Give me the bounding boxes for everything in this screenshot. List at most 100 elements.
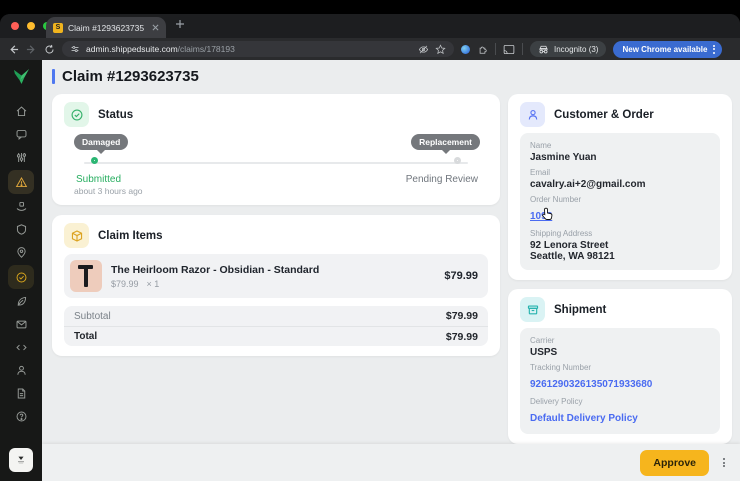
sidebar-item-messages[interactable]	[8, 313, 34, 336]
status-card: Status Damaged Replacement Submitted abo…	[52, 94, 500, 205]
new-tab-button[interactable]	[175, 19, 185, 29]
chrome-update-label: New Chrome available	[622, 44, 708, 54]
url-path: /claims/178193	[177, 44, 235, 54]
customer-icon	[520, 102, 545, 127]
page-title: Claim #1293623735	[62, 68, 199, 85]
status-card-title: Status	[98, 108, 134, 121]
subtotal-label: Subtotal	[74, 310, 111, 322]
submitted-time: about 3 hours ago	[74, 186, 143, 196]
help-icon	[16, 411, 26, 422]
extension-avatar-icon[interactable]	[461, 44, 470, 54]
incognito-badge[interactable]: Incognito (3)	[530, 41, 607, 57]
screen-share-icon[interactable]	[503, 44, 515, 55]
submitted-label: Submitted	[76, 174, 122, 185]
sidebar-item-care[interactable]	[8, 195, 34, 218]
claim-reason-badge: Damaged	[74, 134, 129, 154]
email-label: Email	[530, 168, 551, 177]
minimize-window-button[interactable]	[27, 22, 35, 30]
code-icon	[15, 344, 27, 351]
window-controls[interactable]	[11, 22, 51, 30]
subtotal-row: Subtotal $79.99	[64, 306, 488, 326]
extensions-puzzle-icon[interactable]	[477, 44, 488, 55]
browser-menu-icon[interactable]	[710, 44, 718, 54]
check-circle-icon	[16, 272, 26, 282]
claim-items-card: Claim Items The Heirloom Razor - Obsidia…	[52, 215, 500, 356]
home-icon	[16, 106, 26, 117]
carrier-label: Carrier	[530, 336, 555, 345]
eye-off-icon[interactable]	[418, 44, 429, 55]
incognito-icon	[539, 45, 548, 53]
app-root: Claim #1293623735 Status Damaged Replace…	[0, 60, 740, 481]
sidebar-item-developer[interactable]	[8, 336, 34, 359]
resolution-badge: Replacement	[411, 134, 480, 154]
action-bar: Approve	[42, 444, 740, 481]
product-name: The Heirloom Razor - Obsidian - Standard	[111, 263, 320, 276]
main-content: Claim #1293623735 Status Damaged Replace…	[42, 60, 740, 481]
close-window-button[interactable]	[11, 22, 19, 30]
product-price: $79.99	[111, 278, 139, 289]
shield-icon	[16, 224, 26, 235]
toolbar-divider	[522, 43, 523, 55]
shipment-box-icon	[520, 297, 545, 322]
claim-item-row[interactable]: The Heirloom Razor - Obsidian - Standard…	[64, 254, 488, 298]
tab-strip: S Claim #1293623735	[0, 14, 740, 38]
person-icon	[16, 365, 26, 375]
sidebar-item-resolutions[interactable]	[8, 265, 34, 289]
carrier-value: USPS	[530, 347, 558, 358]
shipping-address: 92 Lenora Street Seattle, WA 98121	[530, 240, 615, 262]
sidebar-item-protection[interactable]	[8, 218, 34, 241]
sidebar-item-help[interactable]	[8, 405, 34, 428]
workspace-badge[interactable]	[9, 448, 33, 472]
address-bar[interactable]: admin.shippedsuite.com/claims/178193	[62, 41, 454, 57]
tab-favicon: S	[53, 22, 63, 33]
toolbar-divider	[495, 43, 496, 55]
browser-window: S Claim #1293623735 admin.shippedsuite.c…	[0, 14, 740, 481]
sidebar-item-tracking[interactable]	[8, 241, 34, 264]
hand-care-icon	[16, 201, 26, 211]
browser-tab[interactable]: S Claim #1293623735	[46, 17, 166, 38]
more-actions-icon[interactable]	[720, 458, 728, 467]
approve-button[interactable]: Approve	[640, 449, 709, 476]
app-sidebar	[0, 60, 42, 481]
bookmark-star-icon[interactable]	[435, 43, 446, 55]
tab-close-icon[interactable]	[152, 24, 159, 31]
shipping-address-label: Shipping Address	[530, 229, 593, 238]
tab-title: Claim #1293623735	[68, 22, 145, 33]
title-accent-bar	[52, 69, 55, 84]
sidebar-item-filters[interactable]	[8, 146, 34, 169]
timeline-node-pending	[454, 157, 461, 164]
forward-icon[interactable]	[26, 44, 37, 55]
total-value: $79.99	[445, 330, 478, 343]
site-info-icon[interactable]	[70, 44, 80, 54]
back-icon[interactable]	[8, 44, 19, 55]
total-label: Total	[74, 331, 98, 342]
sliders-icon	[16, 153, 26, 162]
url-host: admin.shippedsuite.com	[86, 44, 178, 54]
status-check-icon	[64, 102, 89, 127]
product-image	[70, 260, 102, 292]
url-text[interactable]: admin.shippedsuite.com/claims/178193	[86, 44, 412, 54]
location-pin-icon	[16, 247, 26, 258]
tracking-number-link[interactable]: 9261290326135071933680	[530, 379, 652, 390]
name-label: Name	[530, 141, 552, 150]
warning-triangle-icon	[15, 176, 27, 187]
sidebar-item-customers[interactable]	[8, 359, 34, 382]
incognito-label: Incognito (3)	[554, 44, 599, 54]
order-number-label: Order Number	[530, 195, 582, 204]
chat-icon	[16, 129, 26, 141]
product-qty: × 1	[146, 278, 160, 289]
sidebar-item-chat[interactable]	[8, 123, 34, 146]
delivery-policy-label: Delivery Policy	[530, 397, 583, 406]
sidebar-item-home[interactable]	[8, 100, 34, 123]
sidebar-item-green[interactable]	[8, 290, 34, 313]
reload-icon[interactable]	[44, 44, 55, 55]
sidebar-item-claims[interactable]	[8, 170, 34, 194]
customer-email: cavalry.ai+2@gmail.com	[530, 179, 646, 190]
sidebar-item-reports[interactable]	[8, 382, 34, 405]
delivery-policy-link[interactable]: Default Delivery Policy	[530, 413, 638, 424]
leaf-icon	[17, 296, 26, 306]
customer-panel: Name Jasmine Yuan Email cavalry.ai+2@gma…	[520, 133, 720, 270]
total-row: Total $79.99	[64, 326, 488, 346]
chrome-update-button[interactable]: New Chrome available	[613, 40, 723, 58]
page-header: Claim #1293623735	[52, 68, 199, 85]
